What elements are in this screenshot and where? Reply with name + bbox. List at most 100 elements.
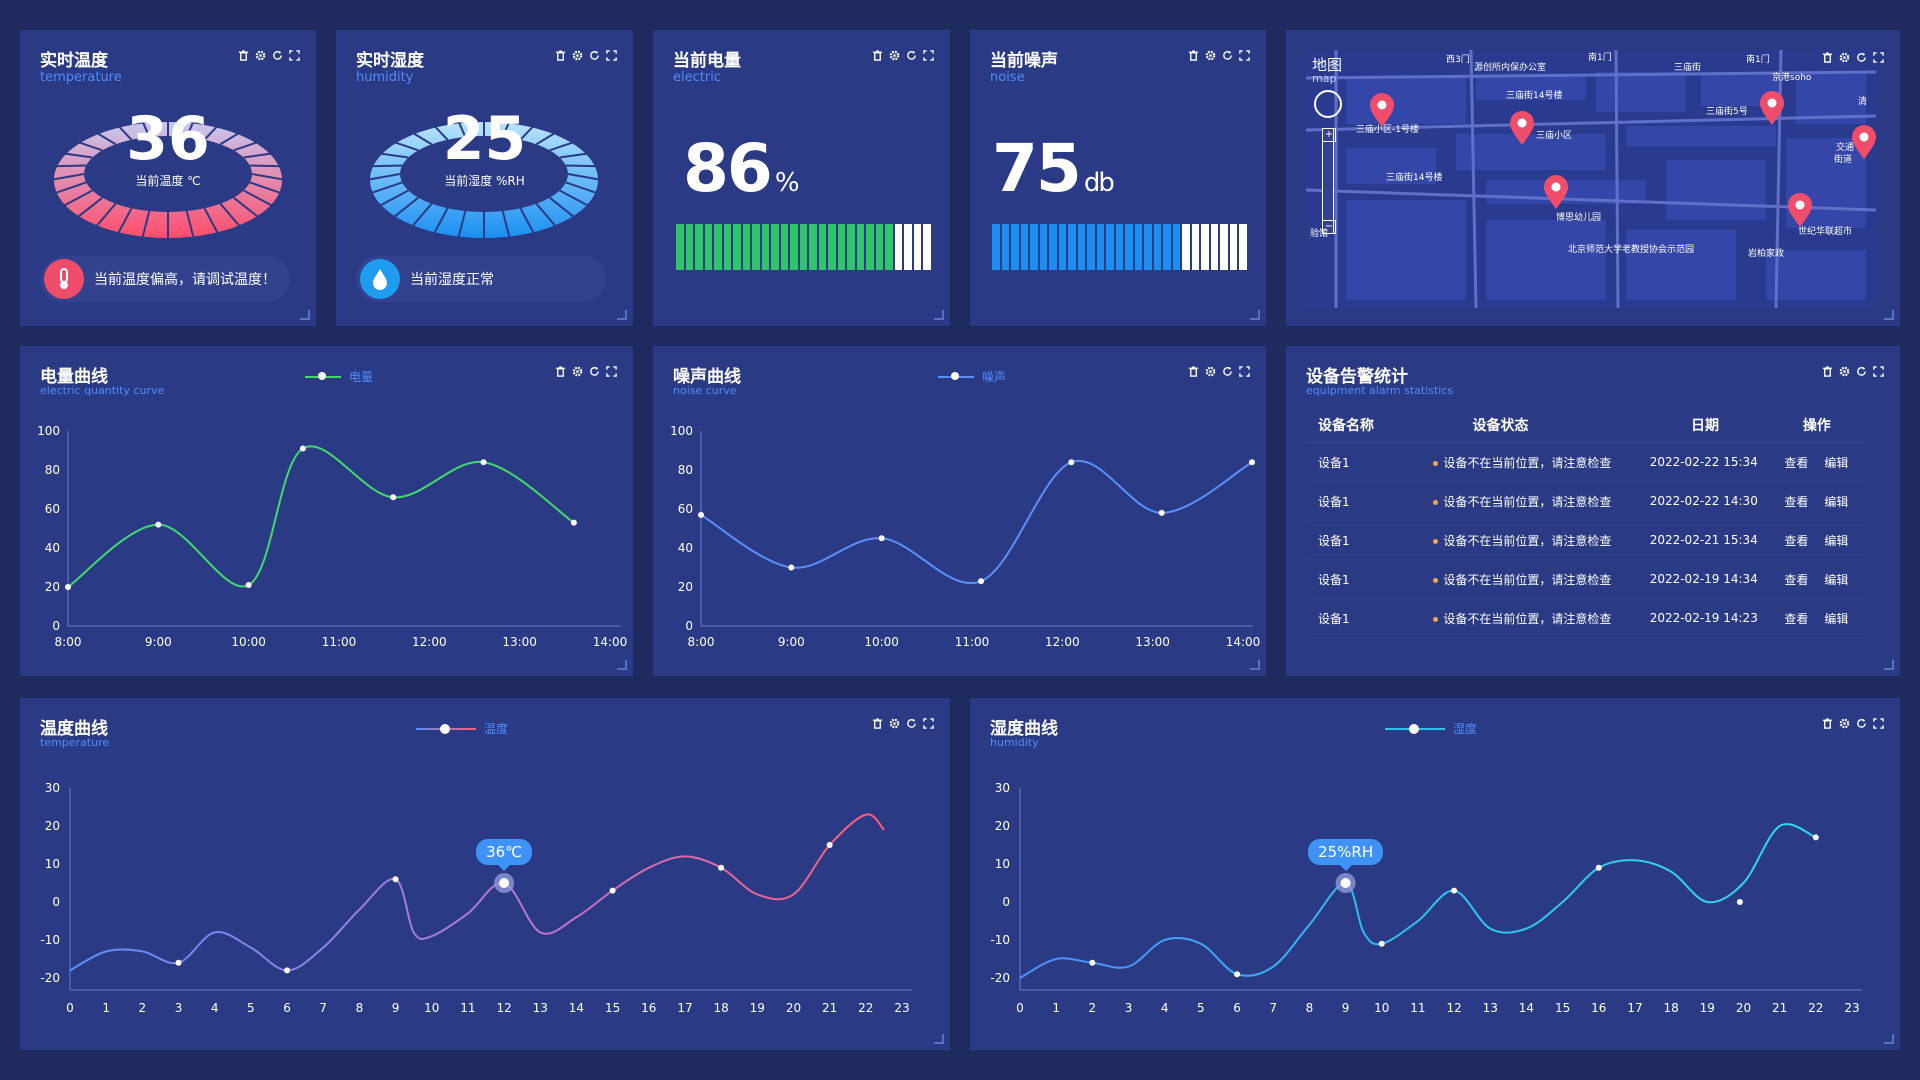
gear-icon[interactable] (255, 50, 266, 61)
trash-icon[interactable] (872, 718, 883, 729)
fullscreen-icon[interactable] (606, 366, 617, 377)
gear-icon[interactable] (1839, 52, 1850, 63)
map-label: 三庙小区 (1536, 131, 1573, 141)
refresh-icon[interactable] (906, 50, 917, 61)
gear-icon[interactable] (572, 366, 583, 377)
zoom-in-button[interactable]: + (1322, 128, 1336, 142)
status-text: 设备不在当前位置，请注意检查 (1443, 572, 1612, 587)
view-link[interactable]: 查看 (1784, 493, 1808, 510)
map-pin-icon[interactable] (1542, 174, 1570, 214)
device-name: 设备1 (1318, 572, 1350, 587)
map-pan-control[interactable] (1314, 90, 1342, 118)
fullscreen-icon[interactable] (923, 50, 934, 61)
chart-legend[interactable]: 温度 (416, 720, 508, 737)
trash-icon[interactable] (1822, 366, 1833, 377)
column-header: 设备状态 (1472, 418, 1529, 434)
map-pin-icon[interactable] (1758, 90, 1786, 130)
refresh-icon[interactable] (906, 718, 917, 729)
trash-icon[interactable] (1188, 366, 1199, 377)
refresh-icon[interactable] (1222, 366, 1233, 377)
level-segment (1087, 224, 1095, 270)
series-line (700, 459, 1253, 585)
chart-legend[interactable]: 湿度 (1385, 720, 1477, 737)
level-segment (837, 224, 845, 270)
x-tick-label: 11 (460, 1001, 475, 1015)
gear-icon[interactable] (1839, 366, 1850, 377)
resize-handle[interactable] (1250, 310, 1260, 320)
view-link[interactable]: 查看 (1784, 532, 1808, 549)
view-link[interactable]: 查看 (1784, 610, 1808, 627)
gear-icon[interactable] (889, 50, 900, 61)
resize-handle[interactable] (1250, 660, 1260, 670)
view-link[interactable]: 查看 (1784, 454, 1808, 471)
resize-handle[interactable] (934, 1034, 944, 1044)
alert-text: 当前温度偏高，请调试温度！ (94, 272, 276, 288)
panel-title: 实时温度 (40, 51, 108, 71)
refresh-icon[interactable] (1856, 52, 1867, 63)
resize-handle[interactable] (617, 660, 627, 670)
level-segment (1182, 224, 1190, 270)
fullscreen-icon[interactable] (289, 50, 300, 61)
fullscreen-icon[interactable] (1873, 52, 1884, 63)
map-label: 三庙街14号楼 (1386, 173, 1443, 183)
fullscreen-icon[interactable] (1239, 366, 1250, 377)
gear-icon[interactable] (1205, 50, 1216, 61)
view-link[interactable]: 查看 (1784, 571, 1808, 588)
x-tick-label: 1 (1052, 1001, 1060, 1015)
resize-handle[interactable] (1884, 1034, 1894, 1044)
refresh-icon[interactable] (589, 50, 600, 61)
trash-icon[interactable] (1822, 52, 1833, 63)
x-tick-label: 22 (1808, 1001, 1823, 1015)
data-point (1736, 899, 1743, 905)
series-line (1019, 823, 1817, 979)
refresh-icon[interactable] (1856, 366, 1867, 377)
gear-icon[interactable] (889, 718, 900, 729)
fullscreen-icon[interactable] (1873, 718, 1884, 729)
fullscreen-icon[interactable] (1239, 50, 1250, 61)
x-tick-label: 18 (1663, 1001, 1678, 1015)
panel-toolbar (1188, 50, 1250, 61)
trash-icon[interactable] (1822, 718, 1833, 729)
edit-link[interactable]: 编辑 (1824, 493, 1848, 510)
x-tick-label: 8 (1306, 1001, 1314, 1015)
fullscreen-icon[interactable] (923, 718, 934, 729)
refresh-icon[interactable] (272, 50, 283, 61)
y-tick-label: 10 (45, 857, 60, 871)
fullscreen-icon[interactable] (606, 50, 617, 61)
edit-link[interactable]: 编辑 (1824, 532, 1848, 549)
trash-icon[interactable] (238, 50, 249, 61)
edit-link[interactable]: 编辑 (1824, 454, 1848, 471)
data-point (826, 842, 833, 848)
resize-handle[interactable] (617, 310, 627, 320)
trash-icon[interactable] (1188, 50, 1199, 61)
fullscreen-icon[interactable] (1873, 366, 1884, 377)
gear-icon[interactable] (572, 50, 583, 61)
device-status: 设备不在当前位置，请注意检查 (1433, 571, 1640, 588)
trash-icon[interactable] (872, 50, 883, 61)
gear-icon[interactable] (1839, 718, 1850, 729)
x-tick-label: 8:00 (55, 635, 82, 649)
edit-link[interactable]: 编辑 (1824, 571, 1848, 588)
map-view[interactable]: 地图 map + − 南1门 西3门 源创所内保办公室 三庙街 南1门 京港soho 三庙街… (1306, 50, 1876, 308)
trash-icon[interactable] (555, 50, 566, 61)
map-pin-icon[interactable] (1368, 92, 1396, 132)
chart-legend[interactable]: 噪声 (938, 368, 1006, 385)
edit-link[interactable]: 编辑 (1824, 610, 1848, 627)
map-pin-icon[interactable] (1508, 110, 1536, 150)
refresh-icon[interactable] (1856, 718, 1867, 729)
resize-handle[interactable] (934, 310, 944, 320)
refresh-icon[interactable] (589, 366, 600, 377)
map-zoom-slider[interactable]: + − (1322, 128, 1336, 234)
resize-handle[interactable] (1884, 310, 1894, 320)
trash-icon[interactable] (555, 366, 566, 377)
resize-handle[interactable] (300, 310, 310, 320)
level-segment (1239, 224, 1247, 270)
map-pin-icon[interactable] (1786, 192, 1814, 232)
gear-icon[interactable] (1205, 366, 1216, 377)
x-tick-label: 9 (392, 1001, 400, 1015)
power-number: 86 (683, 130, 773, 207)
chart-legend[interactable]: 电量 (305, 368, 373, 385)
resize-handle[interactable] (1884, 660, 1894, 670)
map-pin-icon[interactable] (1850, 124, 1876, 164)
refresh-icon[interactable] (1222, 50, 1233, 61)
